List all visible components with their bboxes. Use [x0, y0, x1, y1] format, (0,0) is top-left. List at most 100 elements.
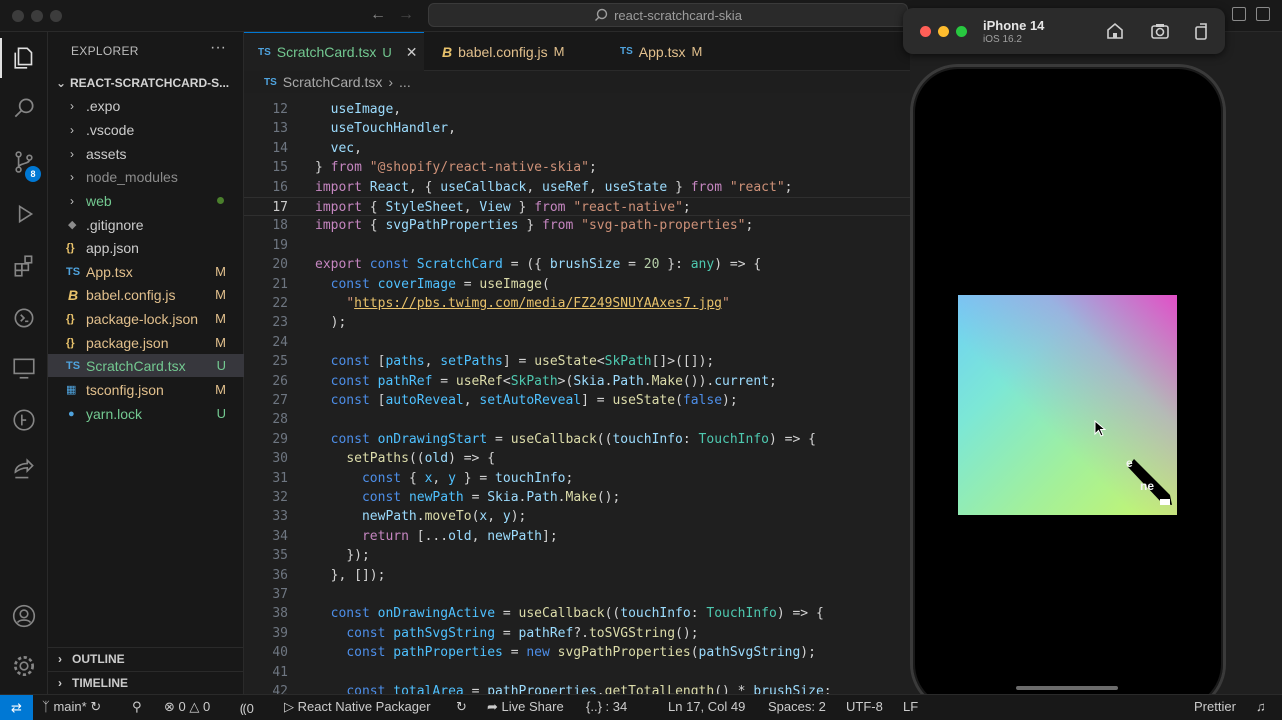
code-line[interactable]: 32 const newPath = Skia.Path.Make();: [244, 488, 910, 507]
forward-arrow-icon[interactable]: →: [398, 6, 414, 24]
ports-indicator[interactable]: ⸨0: [240, 699, 254, 717]
close-window-button[interactable]: [12, 10, 24, 22]
close-icon[interactable]: ✕: [406, 44, 418, 61]
problems-indicator[interactable]: ⊗ 0 △ 0: [164, 699, 210, 715]
code-line[interactable]: 38 const onDrawingActive = useCallback((…: [244, 604, 910, 623]
code-line[interactable]: 16 import React, { useCallback, useRef, u…: [244, 178, 910, 197]
live-share-button[interactable]: ➦ Live Share: [487, 699, 564, 715]
code-line[interactable]: 21 const coverImage = useImage(: [244, 275, 910, 294]
code-line[interactable]: 18 import { svgPathProperties } from "svg…: [244, 216, 910, 235]
code-line[interactable]: 15} from "@shopify/react-native-skia";: [244, 158, 910, 177]
tree-item-vscode[interactable]: › .vscode: [48, 118, 244, 141]
remote-indicator-icon[interactable]: ⇄: [0, 695, 33, 720]
code-line[interactable]: 34 return [...old, newPath];: [244, 527, 910, 546]
branch-indicator[interactable]: ᛉ main* ↻: [42, 699, 101, 715]
rotate-icon[interactable]: [1191, 21, 1211, 41]
formatter[interactable]: Prettier: [1194, 699, 1236, 714]
code-line[interactable]: 12 useImage,: [244, 100, 910, 119]
toggle-panel-icon[interactable]: [1256, 7, 1270, 21]
tree-item-package-lock[interactable]: {} package-lock.json M: [48, 307, 244, 330]
explorer-icon[interactable]: [0, 38, 48, 78]
code-editor[interactable]: 12 useImage, 13 useTouchHandler, 14 vec, 15…: [244, 93, 910, 694]
line-ending[interactable]: LF: [903, 699, 918, 714]
breadcrumb-file[interactable]: ScratchCard.tsx: [283, 74, 383, 90]
code-line[interactable]: 26 const pathRef = useRef<SkPath>(Skia.P…: [244, 372, 910, 391]
tree-item-gitignore[interactable]: ◆ .gitignore: [48, 213, 244, 236]
run-debug-icon[interactable]: [0, 194, 48, 234]
zoom-window-button[interactable]: [50, 10, 62, 22]
tree-item-app-tsx[interactable]: TS App.tsx M: [48, 260, 244, 283]
tree-item-app-json[interactable]: {} app.json: [48, 236, 244, 259]
code-line[interactable]: 13 useTouchHandler,: [244, 119, 910, 138]
braces-indicator[interactable]: {..} : 34: [586, 699, 627, 714]
simulator-close-button[interactable]: [920, 26, 931, 37]
code-line[interactable]: 28: [244, 410, 910, 429]
tree-item-tsconfig[interactable]: ▦ tsconfig.json M: [48, 378, 244, 401]
extensions-icon[interactable]: [0, 246, 48, 286]
outline-section[interactable]: › OUTLINE: [48, 647, 244, 669]
code-line[interactable]: 14 vec,: [244, 139, 910, 158]
indentation[interactable]: Spaces: 2: [768, 699, 826, 714]
code-line[interactable]: 29 const onDrawingStart = useCallback((t…: [244, 430, 910, 449]
code-line[interactable]: 20 export const ScratchCard = ({ brushSiz…: [244, 255, 910, 274]
code-line[interactable]: 19: [244, 236, 910, 255]
packager-button[interactable]: ▷ React Native Packager: [284, 699, 431, 715]
minimize-window-button[interactable]: [31, 10, 43, 22]
breadcrumb-rest[interactable]: ...: [399, 74, 411, 90]
live-share-icon[interactable]: [0, 450, 48, 490]
code-line[interactable]: 37: [244, 585, 910, 604]
tab-scratchcard[interactable]: TS ScratchCard.tsx U ✕: [244, 32, 424, 71]
home-icon[interactable]: [1105, 21, 1125, 41]
git-graph-status-icon[interactable]: ⚲: [132, 699, 142, 715]
code-line[interactable]: 35 });: [244, 546, 910, 565]
workspace-root[interactable]: ⌄ REACT-SCRATCHCARD-S...: [56, 76, 229, 90]
tab-babel-config[interactable]: B babel.config.js M: [428, 32, 598, 71]
code-line[interactable]: 40 const pathProperties = new svgPathPro…: [244, 643, 910, 662]
code-line[interactable]: 25 const [paths, setPaths] = useState<Sk…: [244, 352, 910, 371]
tree-item-yarn-lock[interactable]: ● yarn.lock U: [48, 402, 244, 425]
code-line[interactable]: 17 import { StyleSheet, View } from "reac…: [244, 197, 910, 217]
line-number: 25: [272, 354, 288, 370]
cursor-position[interactable]: Ln 17, Col 49: [668, 699, 745, 714]
code-text: return [...old, newPath];: [361, 528, 558, 544]
settings-gear-icon[interactable]: [0, 646, 48, 686]
back-arrow-icon[interactable]: ←: [370, 6, 386, 24]
tab-app[interactable]: TS App.tsx M: [606, 32, 746, 71]
refresh-icon[interactable]: ↻: [456, 699, 467, 715]
code-line[interactable]: 27 const [autoReveal, setAutoReveal] = u…: [244, 391, 910, 410]
code-line[interactable]: 39 const pathSvgString = pathRef?.toSVGS…: [244, 624, 910, 643]
code-line[interactable]: 41: [244, 663, 910, 682]
code-line[interactable]: 31 const { x, y } = touchInfo;: [244, 469, 910, 488]
tree-item-node-modules[interactable]: › node_modules: [48, 165, 244, 188]
home-indicator[interactable]: [1016, 686, 1118, 690]
code-line[interactable]: 24: [244, 333, 910, 352]
more-actions-icon[interactable]: ···: [210, 39, 226, 57]
code-text: export const ScratchCard = ({ brushSize …: [315, 257, 762, 273]
notifications-bell-icon[interactable]: ♫: [1256, 699, 1266, 714]
timeline-section[interactable]: › TIMELINE: [48, 671, 244, 693]
tree-item-babel-config[interactable]: Bbabel.config.js M: [48, 283, 244, 306]
code-line[interactable]: 42 const totalArea = pathProperties.getT…: [244, 682, 910, 694]
encoding[interactable]: UTF-8: [846, 699, 883, 714]
code-line[interactable]: 36 }, []);: [244, 566, 910, 585]
command-center-search[interactable]: react-scratchcard-skia: [428, 3, 908, 27]
code-line[interactable]: 23 );: [244, 313, 910, 332]
toggle-sidebar-icon[interactable]: [1232, 7, 1246, 21]
testing-icon[interactable]: [0, 348, 48, 388]
git-graph-icon[interactable]: [0, 400, 48, 440]
source-control-icon[interactable]: 8: [0, 142, 48, 182]
code-line[interactable]: 30 setPaths((old) => {: [244, 449, 910, 468]
screenshot-icon[interactable]: [1150, 21, 1170, 41]
search-icon[interactable]: [0, 88, 48, 128]
tree-item-web[interactable]: › web: [48, 189, 244, 212]
tree-item-package-json[interactable]: {} package.json M: [48, 331, 244, 354]
account-icon[interactable]: [0, 596, 48, 636]
code-line[interactable]: 33 newPath.moveTo(x, y);: [244, 507, 910, 526]
tree-item-assets[interactable]: › assets: [48, 142, 244, 165]
simulator-zoom-button[interactable]: [956, 26, 967, 37]
code-line[interactable]: 22 "https://pbs.twimg.com/media/FZ249SNU…: [244, 294, 910, 313]
simulator-minimize-button[interactable]: [938, 26, 949, 37]
tree-item-scratchcard[interactable]: TS ScratchCard.tsx U: [48, 354, 244, 377]
tree-item-expo[interactable]: › .expo: [48, 94, 244, 117]
remote-explorer-icon[interactable]: [0, 298, 48, 338]
